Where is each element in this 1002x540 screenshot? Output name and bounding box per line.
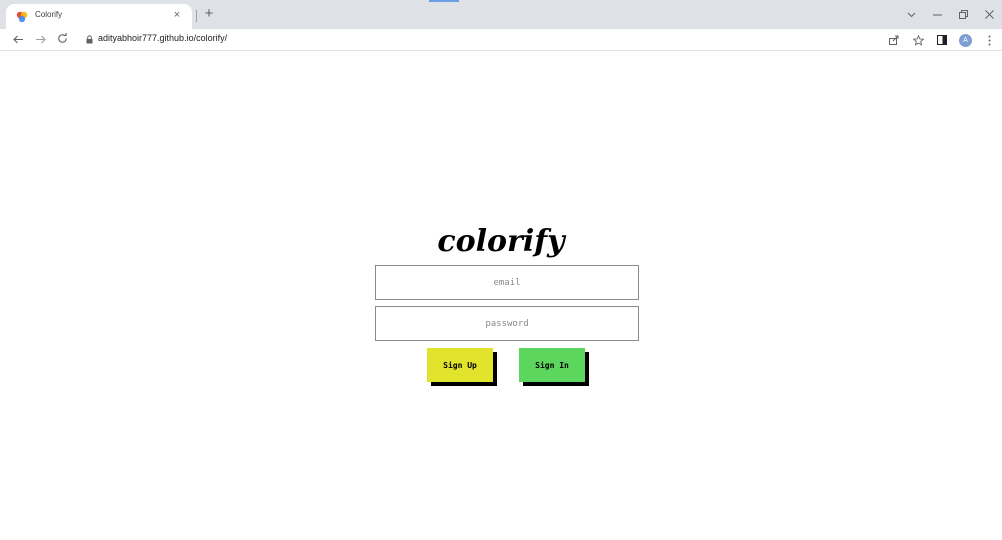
page-content: colorify Sign Up Sign In (0, 52, 1002, 540)
brand-logo: colorify (437, 224, 565, 259)
avatar[interactable]: A (959, 33, 972, 47)
tab-colorify[interactable]: Colorify × (6, 4, 192, 29)
minimize-icon[interactable] (924, 4, 950, 26)
new-tab-button[interactable]: + (200, 6, 218, 24)
lock-icon[interactable] (86, 35, 93, 44)
back-arrow-icon[interactable] (10, 32, 26, 48)
share-icon[interactable] (887, 33, 901, 47)
colorify-favicon-icon (16, 11, 28, 23)
tab-bar: Colorify × + (0, 0, 1002, 29)
sign-in-button[interactable]: Sign In (519, 348, 585, 382)
email-field[interactable] (375, 265, 639, 300)
star-icon[interactable] (911, 33, 925, 47)
window-controls (898, 0, 1002, 29)
password-field[interactable] (375, 306, 639, 341)
omnibox[interactable]: adityabhoir777.github.io/colorify/ (80, 31, 880, 49)
sign-up-button[interactable]: Sign Up (427, 348, 493, 382)
close-window-icon[interactable] (976, 4, 1002, 26)
toolbar-right: A (887, 32, 996, 48)
forward-arrow-icon[interactable] (32, 32, 48, 48)
tab-close-icon[interactable]: × (170, 8, 184, 22)
tab-separator (196, 10, 197, 22)
address-bar: adityabhoir777.github.io/colorify/ A (0, 29, 1002, 51)
url-text: adityabhoir777.github.io/colorify/ (98, 33, 228, 43)
tab-title: Colorify (35, 10, 63, 19)
side-panel-icon[interactable] (935, 33, 949, 47)
restore-icon[interactable] (950, 4, 976, 26)
reload-icon[interactable] (54, 32, 70, 48)
tab-search-icon[interactable] (898, 4, 924, 26)
loading-indicator (429, 0, 459, 2)
menu-icon[interactable] (982, 33, 996, 47)
